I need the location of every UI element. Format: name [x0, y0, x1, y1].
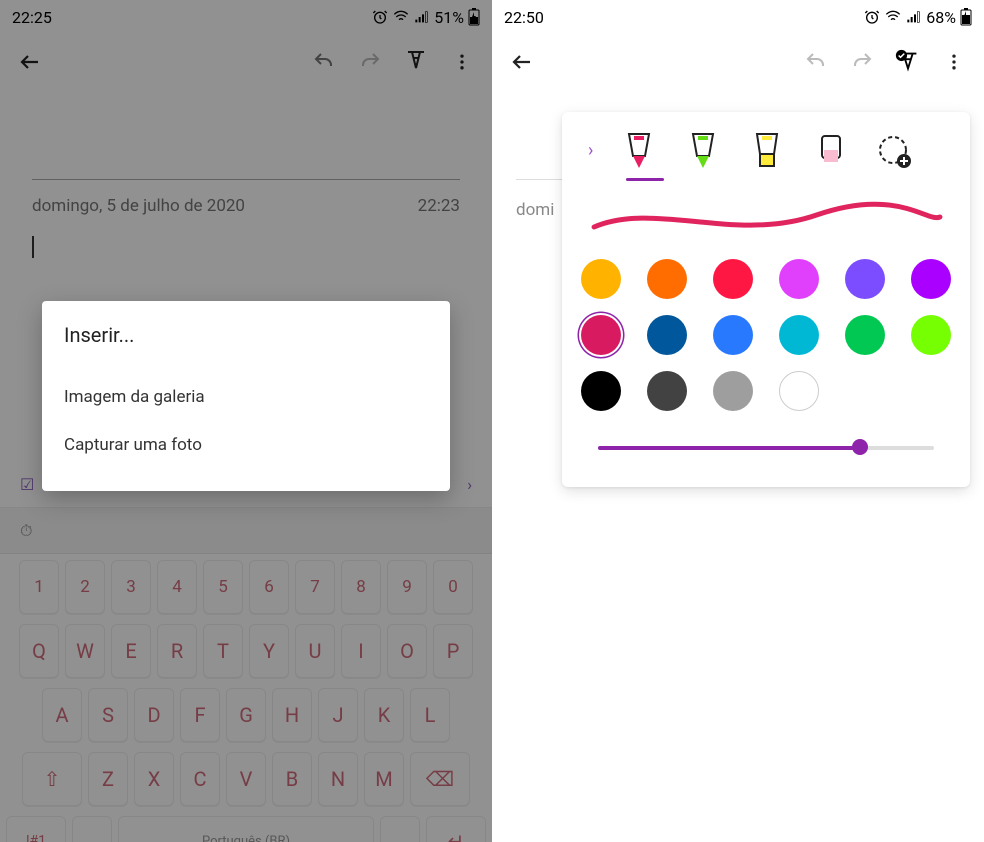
color-orange[interactable] [647, 259, 687, 299]
pen-tool-active-icon[interactable] [894, 48, 922, 76]
wifi-icon [884, 9, 902, 25]
collapse-chevron-icon[interactable]: › [588, 140, 593, 161]
back-icon[interactable] [508, 48, 536, 76]
redo-icon[interactable] [848, 48, 876, 76]
stroke-preview [584, 199, 948, 239]
tool-row: › [588, 130, 948, 170]
color-purple[interactable] [911, 259, 951, 299]
battery-charging-icon [960, 8, 972, 26]
tool-highlighter-yellow[interactable] [749, 130, 785, 170]
tool-selection-add[interactable] [877, 130, 913, 170]
color-lime[interactable] [911, 315, 951, 355]
slider-track-empty [860, 446, 934, 450]
slider-track-filled [598, 446, 860, 450]
pen-settings-popover: › [562, 112, 970, 487]
statusbar: 22:50 68% [492, 0, 984, 34]
tool-brush-pink[interactable] [813, 130, 849, 170]
color-pink-selected[interactable] [581, 315, 621, 355]
color-blue[interactable] [713, 315, 753, 355]
color-darkgray[interactable] [647, 371, 687, 411]
color-grid [584, 259, 948, 411]
color-black[interactable] [581, 371, 621, 411]
color-magenta[interactable] [779, 259, 819, 299]
popup-item-gallery[interactable]: Imagem da galeria [64, 373, 428, 421]
insert-popup: Inserir... Imagem da galeria Capturar um… [42, 301, 450, 491]
tool-pen-green[interactable] [685, 130, 721, 170]
tool-pen-pink[interactable] [621, 130, 657, 170]
alarm-icon [864, 9, 880, 25]
status-indicators: 68% [864, 8, 972, 27]
color-amber[interactable] [581, 259, 621, 299]
app-toolbar [492, 34, 984, 90]
popup-item-camera[interactable]: Capturar uma foto [64, 421, 428, 469]
undo-icon[interactable] [802, 48, 830, 76]
right-screenshot: 22:50 68% domi › [492, 0, 984, 842]
active-tool-indicator [626, 178, 664, 181]
stroke-width-slider[interactable] [598, 437, 934, 457]
status-time: 22:50 [504, 8, 544, 27]
color-red[interactable] [713, 259, 753, 299]
more-vertical-icon[interactable] [940, 48, 968, 76]
left-screenshot: 22:25 51% domingo, 5 de julho de 202 [0, 0, 492, 842]
color-white[interactable] [779, 371, 819, 411]
color-gray[interactable] [713, 371, 753, 411]
signal-icon [906, 9, 922, 25]
color-cyan[interactable] [779, 315, 819, 355]
color-violet[interactable] [845, 259, 885, 299]
battery-text: 68% [926, 8, 956, 27]
color-green[interactable] [845, 315, 885, 355]
popup-title: Inserir... [64, 323, 428, 347]
slider-thumb[interactable] [852, 439, 868, 455]
color-navy[interactable] [647, 315, 687, 355]
